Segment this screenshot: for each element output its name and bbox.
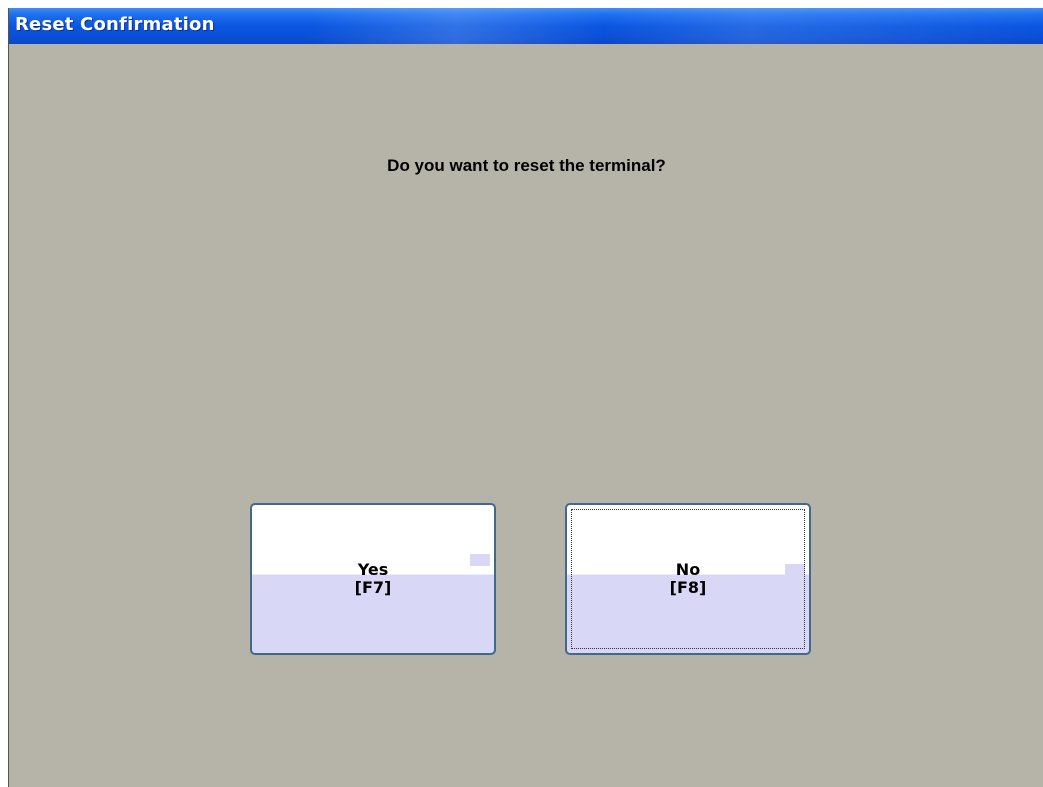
- title-bar[interactable]: Reset Confirmation: [9, 8, 1043, 44]
- no-button[interactable]: No [F8]: [565, 503, 811, 655]
- no-button-label: No: [675, 560, 701, 579]
- reset-confirmation-window: Reset Confirmation Do you want to reset …: [8, 8, 1043, 787]
- title-bar-gradient: [309, 8, 1043, 44]
- window-title: Reset Confirmation: [15, 14, 215, 35]
- no-button-shortcut: [F8]: [669, 578, 707, 597]
- yes-button-label: Yes: [357, 560, 389, 579]
- confirmation-question: Do you want to reset the terminal?: [387, 156, 666, 175]
- yes-button[interactable]: Yes [F7]: [250, 503, 496, 655]
- yes-button-shortcut: [F7]: [354, 578, 392, 597]
